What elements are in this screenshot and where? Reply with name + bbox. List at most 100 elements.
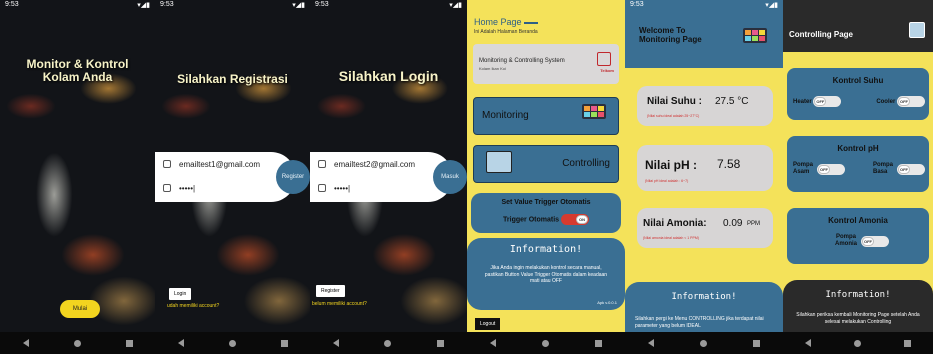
pompa-basa-label: Pompa Basa [873, 162, 894, 175]
password-value: •••••| [179, 183, 196, 193]
login-button[interactable]: Login [169, 288, 192, 300]
password-field[interactable]: •••••| [310, 176, 453, 200]
suhu-note: (Nilai suhu ideal adalah 25~27°C) [647, 114, 700, 118]
trigger-row: Trigger Otomatis ON [471, 214, 621, 225]
signal-icon: ▾◢▮ [449, 2, 462, 9]
cooler-toggle[interactable]: OFF [897, 96, 925, 107]
home-title: Home Page [474, 17, 539, 27]
trigger-toggle[interactable]: ON [560, 214, 589, 225]
signal-icon: ▾◢▮ [765, 2, 778, 9]
kontrol-ph-card: Kontrol pH Pompa Asam OFF Pompa Basa OFF [787, 136, 929, 192]
pompa-asam-row: Pompa Asam OFF [793, 162, 845, 176]
suhu-card: Nilai Suhu : 27.5 °C (Nilai suhu ideal a… [637, 86, 773, 126]
register-circle-button[interactable]: Register [276, 160, 310, 194]
home-icon[interactable] [700, 339, 707, 347]
monitoring-info-title: Information! [671, 292, 737, 302]
pompa-asam-toggle[interactable]: OFF [817, 163, 845, 175]
pompa-basa-toggle[interactable]: OFF [897, 163, 925, 175]
masuk-circle-button[interactable]: Masuk [433, 160, 467, 194]
kontrol-amonia-card: Kontrol Amonia Pompa Amonia OFF [787, 208, 929, 264]
trigger-toggle-knob: ON [575, 215, 588, 224]
welcome-title: Monitor & Kontrol Kolam Anda [0, 58, 155, 84]
amonia-card: Nilai Amonia: 0.09 PPM (Nilai amonia ide… [637, 208, 773, 248]
control-panel-icon [486, 151, 512, 173]
kontrol-suhu-card: Kontrol Suhu Heater OFF Cooler OFF [787, 68, 929, 120]
controlling-header: Controlling Page [783, 0, 933, 52]
screen-welcome: 9:53 ▾◢▮ Monitor & Kontrol Kolam Anda Mul… [0, 0, 155, 354]
monitoring-card[interactable]: Monitoring [473, 97, 619, 135]
trigger-label: Trigger Otomatis [503, 216, 560, 224]
user-icon [318, 160, 326, 168]
signal-icon: ▾◢▮ [137, 2, 150, 9]
home-icon[interactable] [542, 339, 549, 347]
recent-apps-icon[interactable] [753, 339, 760, 347]
recent-apps-icon[interactable] [595, 339, 602, 347]
screen-login: 9:53 ▾◢▮ Silahkan Login emailtest2@gmail.… [310, 0, 467, 354]
telkom-logo [597, 52, 611, 66]
pompa-amonia-row: Pompa Amonia OFF [833, 234, 889, 248]
status-bar: 9:53 ▾◢▮ [155, 0, 310, 12]
password-field[interactable]: •••••| [155, 176, 296, 200]
email-field[interactable]: emailtest2@gmail.com [310, 152, 453, 176]
status-bar: 9:53 ▾◢▮ [625, 0, 783, 12]
pompa-amonia-toggle[interactable]: OFF [861, 235, 889, 247]
heater-label: Heater [793, 99, 812, 106]
status-time: 9:53 [5, 1, 19, 8]
password-value: •••••| [334, 183, 351, 193]
pompa-asam-label: Pompa Asam [793, 162, 814, 175]
cooler-row: Cooler OFF [876, 96, 925, 107]
register-button[interactable]: Register [316, 285, 345, 297]
screen-controlling: Controlling Page Kontrol Suhu Heater OFF… [783, 0, 933, 354]
nav-bar [0, 332, 155, 354]
back-icon[interactable] [804, 339, 811, 347]
controlling-info-text: Silahkan periksa kembali Monitoring Page… [796, 312, 920, 325]
recent-apps-icon[interactable] [280, 339, 288, 347]
home-icon[interactable] [853, 339, 861, 347]
home-icon[interactable] [384, 339, 392, 347]
signal-icon: ▾◢▮ [292, 2, 305, 9]
mulai-button[interactable]: Mulai [60, 300, 100, 318]
monitoring-label: Monitoring [482, 110, 529, 121]
email-value: emailtest1@gmail.com [179, 159, 261, 169]
home-icon[interactable] [73, 339, 81, 347]
screen-register: 9:53 ▾◢▮ Silahkan Registrasi emailtest1@g… [155, 0, 310, 354]
recent-apps-icon[interactable] [437, 339, 445, 347]
amonia-value: 0.09 [723, 218, 743, 229]
home-info-text: Jika Anda ingin melakukan kontrol secara… [484, 265, 608, 284]
heater-toggle[interactable]: OFF [813, 96, 842, 107]
cooler-label: Cooler [876, 99, 896, 106]
controlling-label: Controlling [562, 158, 610, 169]
home-info-card: Information! Jika Anda ingin melakukan k… [467, 238, 625, 310]
user-icon [163, 160, 171, 168]
nav-bar [467, 332, 625, 354]
home-icon[interactable] [228, 339, 236, 347]
kontrol-ph-title: Kontrol pH [837, 144, 879, 153]
back-icon[interactable] [177, 339, 184, 347]
heater-row: Heater OFF [793, 96, 842, 107]
monitoring-info-text: Silahkan pergi ke Menu CONTROLLING jika … [635, 316, 764, 329]
telkom-logo-text: Telkom [600, 68, 614, 73]
pompa-amonia-toggle-knob: OFF [862, 236, 874, 246]
control-panel-icon [909, 22, 925, 38]
recent-apps-icon[interactable] [125, 339, 133, 347]
ph-card: Nilai pH : 7.58 (Nilai pH ideal adalah :… [637, 145, 773, 191]
back-icon[interactable] [648, 339, 654, 347]
login-title: Silahkan Login [338, 68, 439, 84]
no-account-link[interactable]: belum memiliki account? [312, 301, 367, 307]
controlling-card[interactable]: Controlling [473, 145, 619, 183]
have-account-link[interactable]: udah memiliki account? [167, 303, 219, 309]
status-bar: 9:53 ▾◢▮ [310, 0, 467, 12]
recent-apps-icon[interactable] [904, 339, 912, 347]
dashboard-icon [582, 104, 606, 119]
email-field[interactable]: emailtest1@gmail.com [155, 152, 296, 176]
controlling-info-title: Information! [825, 290, 891, 300]
back-icon[interactable] [22, 339, 29, 347]
home-title-text: Home Page [474, 17, 522, 27]
status-time: 9:53 [630, 1, 644, 8]
monitoring-header: Welcome To Monitoring Page [625, 12, 783, 68]
back-icon[interactable] [490, 339, 496, 347]
back-icon[interactable] [332, 339, 339, 347]
logout-button[interactable]: Logout [475, 318, 501, 330]
amonia-unit: PPM [747, 221, 761, 227]
home-subtitle: Ini Adalah Halaman Beranda [474, 29, 538, 35]
